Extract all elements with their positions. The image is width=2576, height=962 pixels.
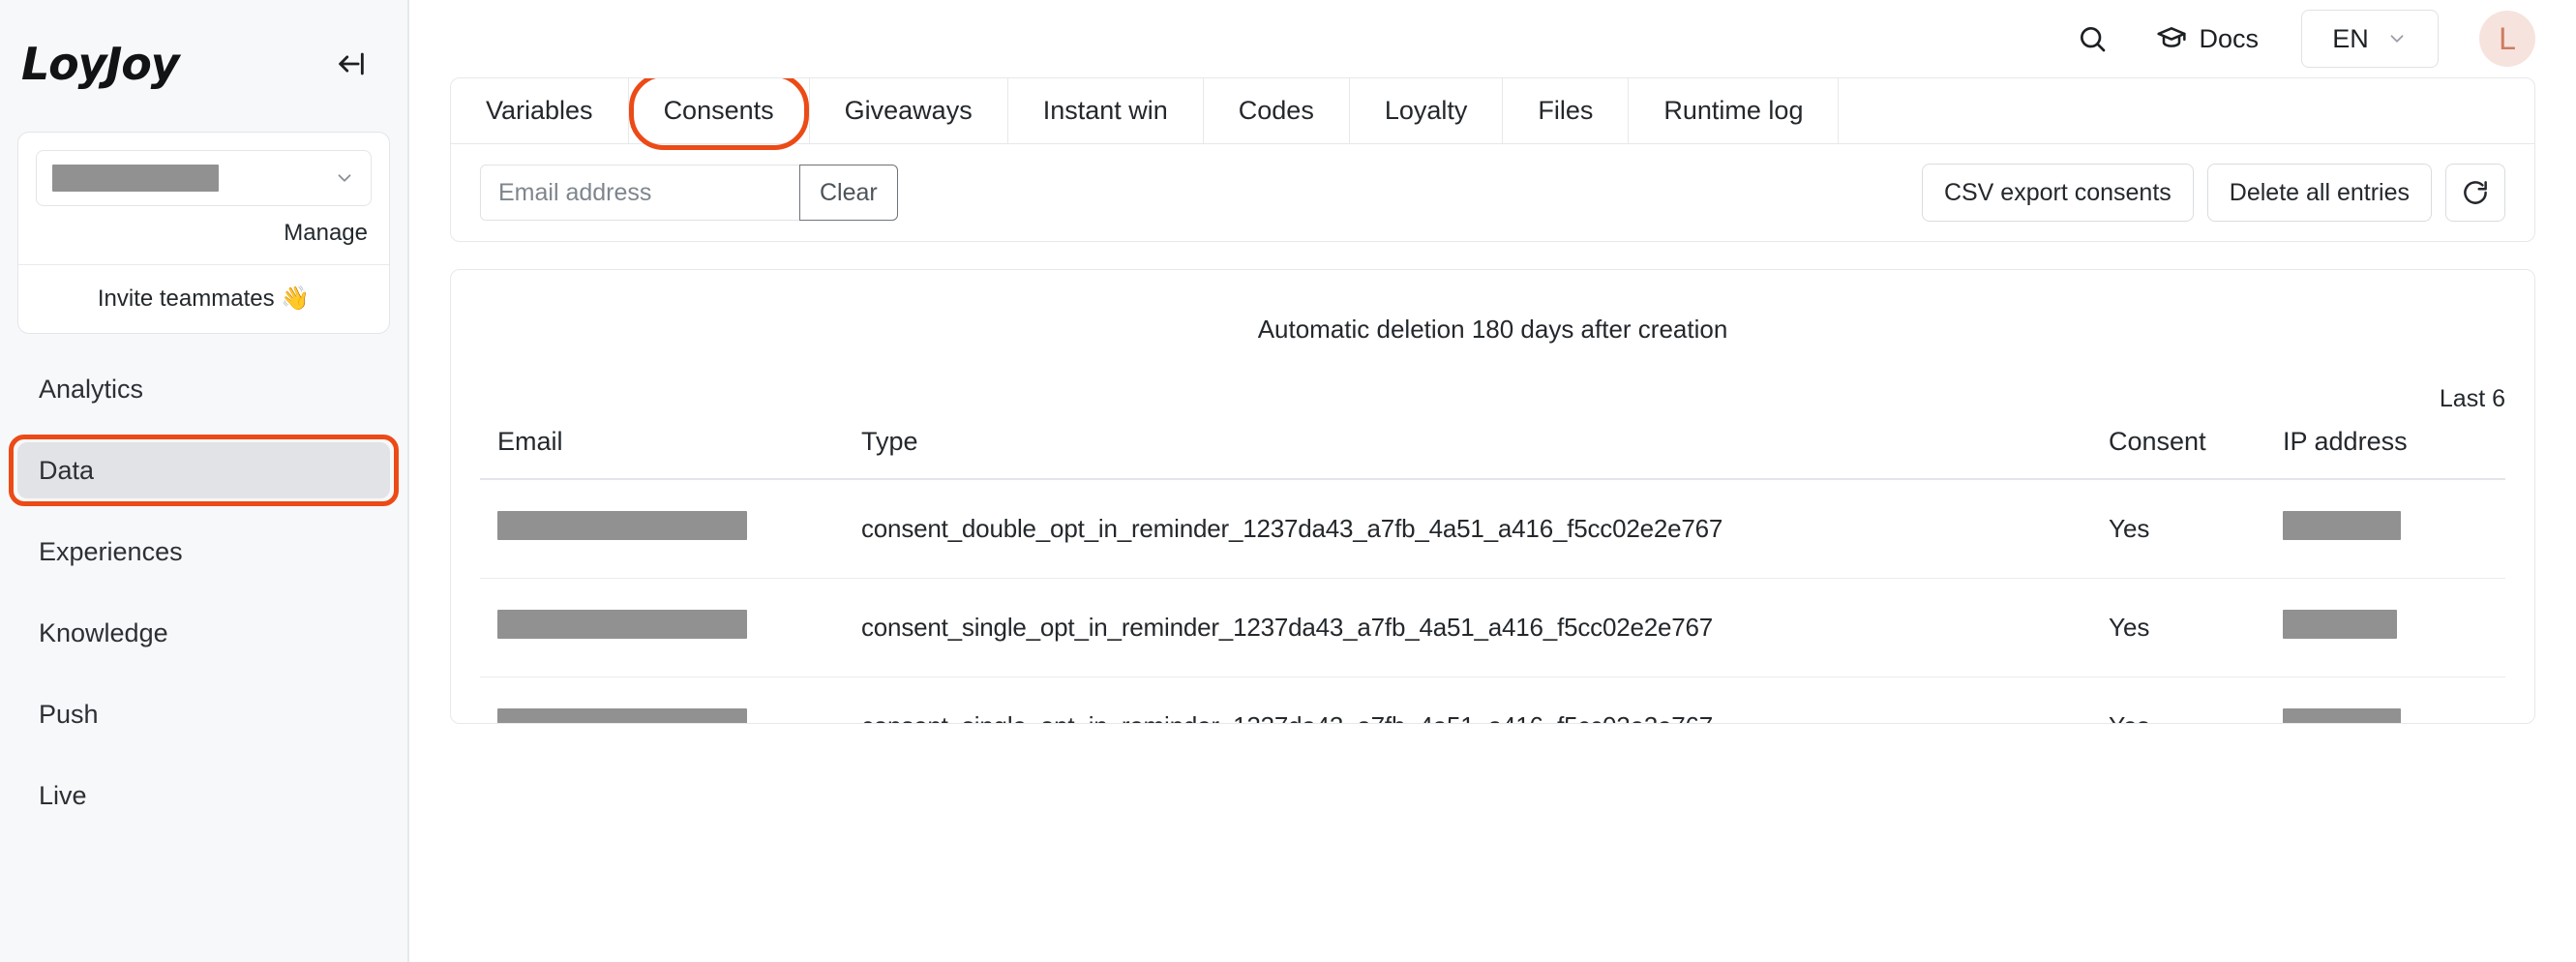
ip-redacted (2283, 610, 2397, 639)
ip-redacted (2283, 511, 2401, 540)
sidebar: LoyJoy Manage Invite team (0, 0, 409, 962)
cell-ip-address (2283, 479, 2505, 579)
cell-ip-address (2283, 677, 2505, 725)
tab-files[interactable]: Files (1503, 78, 1629, 143)
csv-export-consents-button[interactable]: CSV export consents (1922, 164, 2194, 222)
refresh-button[interactable] (2445, 164, 2505, 222)
collapse-sidebar-icon (335, 47, 368, 80)
sidebar-item-live[interactable]: Live (17, 767, 390, 824)
sidebar-item-label: Experiences (39, 537, 183, 567)
sidebar-item-analytics[interactable]: Analytics (17, 361, 390, 417)
sidebar-item-data[interactable]: Data (17, 442, 390, 498)
sidebar-nav: Analytics Data Experiences Knowledge Pus… (0, 361, 407, 824)
tab-bar: Variables Consents Giveaways Instant win… (451, 78, 2534, 144)
cell-type: consent_single_opt_in_reminder_1237da43_… (848, 579, 2109, 677)
sidebar-item-label: Knowledge (39, 618, 168, 648)
workspace-card: Manage Invite teammates 👋 (17, 132, 390, 334)
table-body: consent_double_opt_in_reminder_1237da43_… (480, 479, 2505, 724)
tab-label: Files (1538, 96, 1593, 126)
tab-label: Variables (486, 96, 593, 126)
cell-type: consent_double_opt_in_reminder_1237da43_… (848, 479, 2109, 579)
toolbar-actions: CSV export consents Delete all entries (1922, 164, 2505, 222)
topbar: Docs EN L (409, 0, 2576, 77)
sidebar-item-label: Live (39, 781, 87, 811)
tab-bar-filler (1839, 78, 2534, 143)
chevron-down-icon (2386, 28, 2408, 49)
email-filter-input[interactable] (480, 165, 799, 221)
cell-consent: Yes (2109, 677, 2283, 725)
record-count-label: Last 6 (480, 345, 2505, 413)
delete-all-entries-button[interactable]: Delete all entries (2207, 164, 2432, 222)
workspace-select[interactable] (36, 150, 372, 206)
cell-email (480, 677, 848, 725)
tab-codes[interactable]: Codes (1204, 78, 1350, 143)
chevron-down-icon (334, 167, 355, 189)
column-header-type: Type (848, 427, 2109, 479)
sidebar-header: LoyJoy (0, 0, 407, 91)
cell-consent: Yes (2109, 579, 2283, 677)
tab-consents[interactable]: Consents (629, 78, 810, 143)
sidebar-item-experiences[interactable]: Experiences (17, 524, 390, 580)
tab-label: Loyalty (1385, 96, 1468, 126)
graduation-cap-icon (2156, 23, 2187, 54)
column-header-email: Email (480, 427, 848, 479)
cell-email (480, 479, 848, 579)
sidebar-item-knowledge[interactable]: Knowledge (17, 605, 390, 661)
tab-label: Giveaways (845, 96, 973, 126)
avatar[interactable]: L (2479, 11, 2535, 67)
tab-variables[interactable]: Variables (451, 78, 629, 143)
toolbar: Clear CSV export consents Delete all ent… (451, 144, 2534, 241)
email-redacted (497, 511, 747, 540)
docs-label: Docs (2199, 24, 2259, 54)
data-panel-card: Variables Consents Giveaways Instant win… (450, 77, 2535, 242)
table-row[interactable]: consent_double_opt_in_reminder_1237da43_… (480, 479, 2505, 579)
collapse-sidebar-button[interactable] (324, 37, 378, 91)
clear-filter-button[interactable]: Clear (799, 165, 898, 221)
avatar-initial: L (2499, 21, 2516, 57)
ip-redacted (2283, 708, 2401, 724)
content: Variables Consents Giveaways Instant win… (409, 77, 2576, 724)
table-row[interactable]: consent_single_opt_in_reminder_1237da43_… (480, 579, 2505, 677)
workspace-name-redacted (52, 165, 219, 192)
manage-workspace-link[interactable]: Manage (36, 206, 372, 251)
column-header-ip-address: IP address (2283, 427, 2505, 479)
docs-link[interactable]: Docs (2142, 14, 2272, 64)
language-value: EN (2332, 24, 2369, 54)
table-header-row: Email Type Consent IP address (480, 427, 2505, 479)
brand-logo[interactable]: LoyJoy (21, 42, 178, 86)
tab-loyalty[interactable]: Loyalty (1350, 78, 1504, 143)
sidebar-item-push[interactable]: Push (17, 686, 390, 742)
auto-deletion-notice: Automatic deletion 180 days after creati… (480, 270, 2505, 345)
language-select[interactable]: EN (2301, 10, 2439, 68)
email-redacted (497, 610, 747, 639)
table-head: Email Type Consent IP address (480, 427, 2505, 479)
cell-consent: Yes (2109, 479, 2283, 579)
cell-type: consent_single_opt_in_reminder_1237da43_… (848, 677, 2109, 725)
cell-email (480, 579, 848, 677)
sidebar-item-label: Data (39, 456, 94, 486)
consents-table-card: Automatic deletion 180 days after creati… (450, 269, 2535, 724)
tab-label: Instant win (1043, 96, 1168, 126)
tab-giveaways[interactable]: Giveaways (810, 78, 1008, 143)
table-row[interactable]: consent_single_opt_in_reminder_1237da43_… (480, 677, 2505, 725)
email-filter-group: Clear (480, 165, 898, 221)
cell-ip-address (2283, 579, 2505, 677)
workspace-card-body: Manage (18, 133, 389, 264)
app-root: LoyJoy Manage Invite team (0, 0, 2576, 962)
tab-runtime-log[interactable]: Runtime log (1629, 78, 1839, 143)
main-area: Docs EN L Variables Consents (409, 0, 2576, 962)
search-icon (2077, 23, 2108, 54)
sidebar-item-label: Analytics (39, 375, 143, 405)
invite-teammates-link[interactable]: Invite teammates 👋 (18, 265, 389, 333)
tab-label: Codes (1239, 96, 1314, 126)
search-button[interactable] (2063, 10, 2121, 68)
tab-instant-win[interactable]: Instant win (1008, 78, 1204, 143)
email-redacted (497, 708, 747, 724)
sidebar-item-label: Push (39, 700, 99, 730)
refresh-icon (2461, 178, 2490, 207)
column-header-consent: Consent (2109, 427, 2283, 479)
tab-label: Consents (664, 96, 774, 126)
consents-table: Email Type Consent IP address consent_do… (480, 427, 2505, 724)
tab-label: Runtime log (1663, 96, 1803, 126)
